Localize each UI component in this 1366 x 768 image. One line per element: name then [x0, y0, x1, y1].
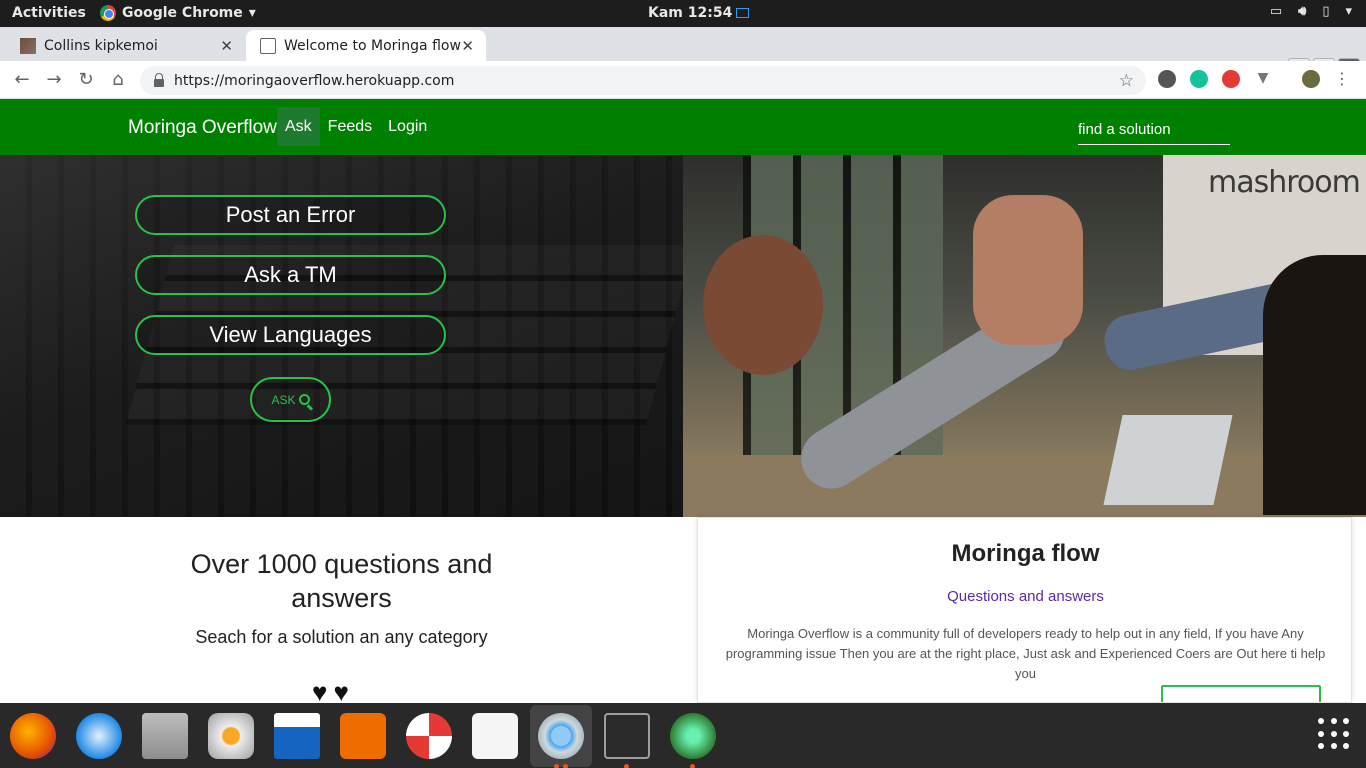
post-error-button[interactable]: Post an Error — [135, 195, 446, 235]
software-icon[interactable] — [340, 713, 386, 759]
tab-title: Collins kipkemoi — [44, 37, 158, 54]
laptop — [1103, 415, 1233, 505]
stats-heading-line1: Over 1000 questions and — [190, 549, 493, 579]
firefox-icon[interactable] — [10, 713, 56, 759]
url-text: https://moringaoverflow.herokuapp.com — [174, 72, 455, 89]
wall-sign: mashroom — [1208, 165, 1361, 200]
files-icon[interactable] — [142, 713, 188, 759]
extension-globe-icon[interactable] — [1158, 69, 1176, 88]
clock[interactable]: Kam 12:54 — [648, 5, 750, 21]
infinity-extension-icon[interactable] — [1222, 69, 1240, 88]
tab-favicon — [20, 37, 36, 54]
card-action-button[interactable] — [1161, 685, 1321, 702]
hero-photo: mashroom — [683, 155, 1366, 517]
site-navbar: Moringa Overflow Ask Feeds Login — [0, 99, 1366, 155]
home-icon[interactable]: ⌂ — [106, 69, 130, 90]
thunderbird-icon[interactable] — [76, 713, 122, 759]
menu-dots-icon[interactable]: ⋮ — [1334, 69, 1350, 88]
address-bar[interactable]: https://moringaoverflow.herokuapp.com ☆ — [140, 66, 1146, 95]
writer-icon[interactable] — [274, 713, 320, 759]
tab-favicon — [260, 37, 276, 54]
battery-icon: ▯ — [1322, 4, 1330, 19]
chrome-icon[interactable] — [538, 713, 584, 759]
vue-devtools-icon[interactable]: ▼ — [1254, 70, 1272, 88]
card-title: Moringa flow — [951, 540, 1100, 567]
card-subtitle: Questions and answers — [947, 588, 1104, 605]
tab-title: Welcome to Moringa flow — [284, 37, 461, 54]
atom-icon[interactable] — [670, 713, 716, 759]
amazon-icon[interactable] — [472, 713, 518, 759]
nav-ask[interactable]: Ask — [277, 107, 320, 146]
tab-collins[interactable]: Collins kipkemoi ✕ — [0, 30, 245, 61]
app-menu-label: Google Chrome — [122, 5, 243, 21]
activities-button[interactable]: Activities — [12, 5, 86, 21]
chrome-icon — [100, 5, 116, 21]
chevron-down-icon: ▾ — [1345, 4, 1352, 19]
forward-icon[interactable]: → — [42, 69, 66, 90]
reload-icon[interactable]: ↻ — [74, 69, 98, 90]
clock-label: Kam 12:54 — [648, 5, 733, 21]
search-icon — [298, 394, 310, 405]
view-languages-button[interactable]: View Languages — [135, 315, 446, 355]
bookmark-star-icon[interactable]: ☆ — [1119, 71, 1134, 91]
mail-notification-icon — [736, 8, 750, 18]
app-menu[interactable]: Google Chrome ▾ — [100, 5, 256, 21]
system-tray[interactable]: ▭ 🔊︎ ▯ ▾ — [1270, 4, 1352, 19]
high-five-hands — [973, 195, 1083, 345]
chevron-down-icon: ▾ — [248, 5, 256, 21]
hero-left-panel: Post an Error Ask a TM View Languages AS… — [0, 155, 683, 517]
tab-strip: Collins kipkemoi ✕ Welcome to Moringa fl… — [0, 27, 1366, 85]
ubuntu-dock — [0, 703, 1366, 768]
tab-moringa[interactable]: Welcome to Moringa flow ✕ — [246, 30, 486, 61]
running-indicator — [690, 764, 695, 768]
nav-login[interactable]: Login — [380, 107, 435, 146]
running-indicator — [563, 764, 568, 768]
terminal-icon[interactable] — [604, 713, 650, 759]
system-top-bar: Activities Google Chrome ▾ Kam 12:54 ▭ 🔊… — [0, 0, 1366, 27]
ask-tm-button[interactable]: Ask a TM — [135, 255, 446, 295]
close-icon[interactable]: ✕ — [461, 37, 474, 55]
site-brand[interactable]: Moringa Overflow — [128, 117, 277, 139]
rhythmbox-icon[interactable] — [208, 713, 254, 759]
grammarly-icon[interactable] — [1190, 69, 1208, 88]
nav-feeds[interactable]: Feeds — [320, 107, 380, 146]
profile-avatar[interactable] — [1302, 69, 1320, 88]
running-indicator — [554, 764, 559, 768]
back-icon[interactable]: ← — [10, 69, 34, 90]
find-solution-input[interactable] — [1078, 115, 1230, 145]
close-icon[interactable]: ✕ — [220, 37, 233, 55]
screen-icon: ▭ — [1269, 4, 1283, 19]
person-right — [1263, 255, 1366, 515]
browser-toolbar: ← → ↻ ⌂ https://moringaoverflow.herokuap… — [0, 61, 1366, 99]
volume-icon: 🔊︎ — [1298, 4, 1307, 19]
stats-heading: Over 1000 questions and answers — [0, 547, 683, 615]
show-applications-icon[interactable] — [1318, 718, 1350, 750]
lock-icon — [154, 72, 164, 87]
ask-label: ASK — [271, 392, 296, 407]
running-indicator — [624, 764, 629, 768]
extensions: ▼ ⋮ — [1158, 69, 1350, 88]
info-card: Moringa flow Questions and answers Morin… — [697, 517, 1352, 703]
site-nav-links: Ask Feeds Login — [277, 107, 435, 146]
stats-section: Over 1000 questions and answers Seach fo… — [0, 517, 683, 707]
help-icon[interactable] — [406, 713, 452, 759]
card-description: Moringa Overflow is a community full of … — [725, 626, 1326, 681]
smiling-person — [703, 235, 823, 375]
ask-search-button[interactable]: ASK — [250, 377, 331, 422]
stats-heading-line2: answers — [291, 583, 392, 613]
stats-subtext: Seach for a solution an any category — [195, 627, 488, 647]
